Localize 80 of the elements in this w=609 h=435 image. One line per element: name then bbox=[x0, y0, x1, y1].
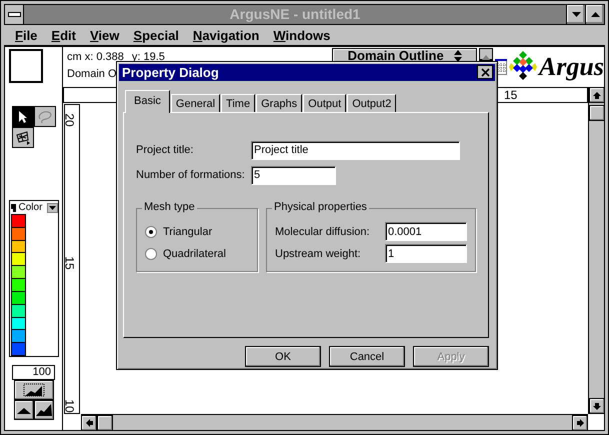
mesh-icon bbox=[14, 130, 30, 144]
tab[interactable]: Output2 bbox=[347, 94, 396, 112]
text-field[interactable]: 5 bbox=[251, 166, 336, 185]
system-menu-button[interactable] bbox=[5, 5, 24, 24]
right-arrow-icon bbox=[576, 419, 584, 427]
dialog-button[interactable]: OK bbox=[245, 346, 321, 367]
pointer-icon bbox=[18, 110, 28, 124]
tab[interactable]: Basic bbox=[125, 90, 170, 113]
preview-box bbox=[9, 49, 43, 83]
color-swatch[interactable] bbox=[10, 214, 26, 228]
radio-option[interactable]: Quadrilateral bbox=[145, 242, 249, 265]
zoom-in-button[interactable] bbox=[34, 400, 54, 420]
close-button[interactable] bbox=[477, 65, 493, 80]
dialog-button[interactable]: Cancel bbox=[329, 346, 405, 367]
close-icon bbox=[480, 68, 490, 77]
scroll-thumb[interactable] bbox=[589, 105, 605, 121]
radio-option[interactable]: Triangular bbox=[145, 220, 249, 243]
tab[interactable]: Graphs bbox=[256, 94, 302, 112]
color-swatch[interactable] bbox=[10, 265, 26, 280]
layer-up-button[interactable] bbox=[478, 48, 493, 60]
scroll-right-button[interactable] bbox=[572, 415, 588, 431]
text-field[interactable]: Project title bbox=[251, 140, 460, 160]
palette-dropdown-button[interactable] bbox=[46, 202, 58, 212]
vertical-ruler: 20 15 10 bbox=[64, 104, 80, 414]
radio-button[interactable] bbox=[145, 248, 157, 260]
menu-item[interactable]: Navigation bbox=[186, 28, 266, 42]
zoom-out-button[interactable] bbox=[14, 400, 34, 420]
text-field[interactable]: 0.0001 bbox=[385, 222, 467, 242]
up-arrow-icon bbox=[593, 90, 601, 100]
field-label: Number of formations: bbox=[136, 169, 246, 182]
menu-item[interactable]: Windows bbox=[266, 28, 338, 42]
tab[interactable]: Output bbox=[303, 94, 346, 112]
pointer-tool-button[interactable] bbox=[12, 106, 34, 127]
group-title: Mesh type bbox=[142, 200, 197, 213]
field-label: Upstream weight: bbox=[275, 248, 362, 260]
palette-label: Color bbox=[18, 202, 42, 213]
up-arrow-icon bbox=[590, 12, 600, 18]
mesh-tool-button[interactable] bbox=[12, 127, 34, 148]
color-swatch[interactable] bbox=[10, 304, 26, 318]
tab[interactable]: General bbox=[170, 94, 220, 112]
zoom-field[interactable]: 100 bbox=[12, 365, 55, 380]
layer-status: Domain O bbox=[67, 68, 117, 80]
color-swatch[interactable] bbox=[10, 342, 26, 356]
menu-item[interactable]: Special bbox=[126, 28, 186, 42]
menu-item[interactable]: Edit bbox=[44, 28, 83, 42]
field-label: Project title: bbox=[136, 144, 194, 156]
menu-item[interactable]: File bbox=[8, 28, 44, 42]
scroll-up-button[interactable] bbox=[589, 87, 605, 103]
down-arrow-icon bbox=[572, 12, 580, 18]
dialog-title: Property Dialog bbox=[122, 64, 219, 80]
menu-item[interactable]: View bbox=[82, 28, 126, 42]
down-arrow-icon bbox=[48, 206, 56, 210]
large-mountain-icon bbox=[36, 404, 52, 416]
zoom-fit-button[interactable] bbox=[14, 380, 54, 400]
scroll-thumb[interactable] bbox=[97, 415, 113, 431]
group-title: Physical properties bbox=[272, 200, 369, 213]
minimize-button[interactable] bbox=[566, 5, 585, 24]
scroll-down-button[interactable] bbox=[589, 398, 605, 414]
scroll-left-button[interactable] bbox=[81, 415, 97, 431]
zoom-fit-icon bbox=[22, 383, 44, 397]
color-swatch[interactable] bbox=[10, 290, 26, 305]
radio-label: Triangular bbox=[163, 226, 212, 238]
color-swatch[interactable] bbox=[10, 252, 26, 266]
left-arrow-icon bbox=[84, 419, 94, 427]
lasso-icon bbox=[36, 110, 52, 124]
color-swatch[interactable] bbox=[10, 278, 26, 292]
down-arrow-icon bbox=[593, 402, 601, 410]
window-title: ArgusNE - untitled1 bbox=[228, 5, 362, 24]
logo-text: Argus bbox=[538, 54, 604, 80]
color-swatch[interactable] bbox=[10, 329, 26, 344]
radio-button[interactable] bbox=[145, 226, 157, 238]
tab[interactable]: Time bbox=[221, 94, 256, 112]
radio-label: Quadrilateral bbox=[163, 248, 226, 260]
color-swatch[interactable] bbox=[10, 226, 26, 241]
small-mountain-icon bbox=[16, 406, 30, 414]
text-field[interactable]: 1 bbox=[385, 244, 467, 264]
logo-icon bbox=[508, 51, 537, 83]
field-label: Molecular diffusion: bbox=[275, 226, 371, 238]
maximize-button[interactable] bbox=[585, 5, 604, 24]
cursor-x-readout: cm x: 0.388 bbox=[67, 51, 124, 63]
